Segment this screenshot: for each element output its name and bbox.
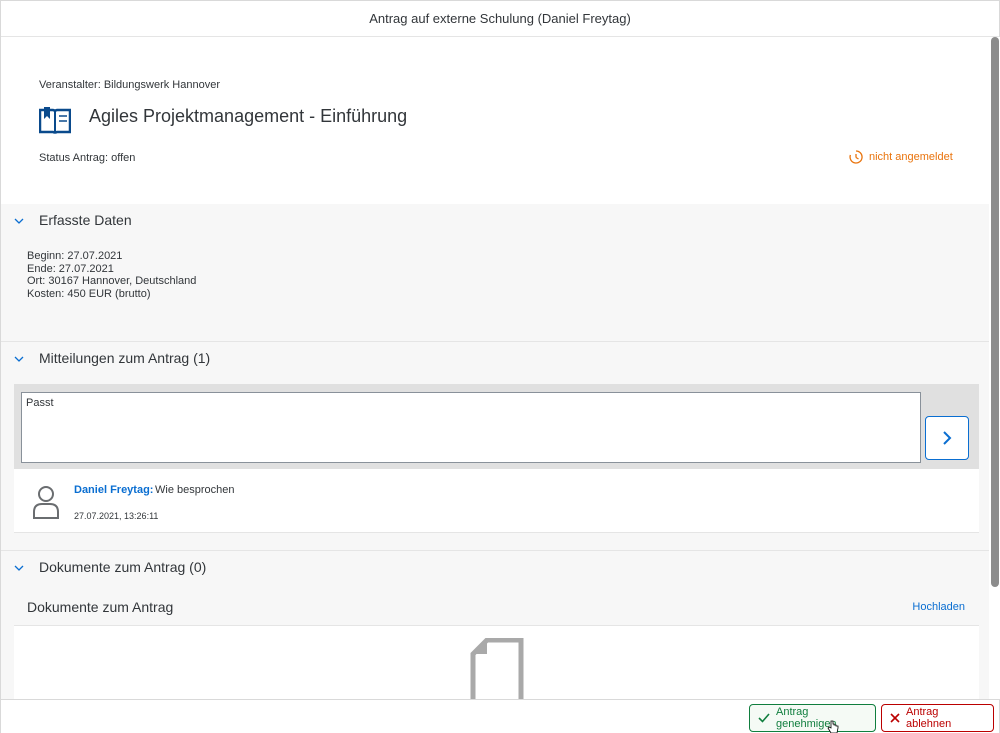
upload-collection: Dokumente zum Antrag Hochladen — [14, 589, 979, 699]
chevron-down-icon[interactable] — [13, 354, 25, 364]
section-messages: Mitteilungen zum Antrag (1) Passt Daniel… — [1, 342, 989, 551]
person-avatar-icon — [33, 486, 59, 519]
chevron-right-icon — [943, 431, 952, 445]
send-button[interactable] — [925, 416, 969, 460]
section-title: Mitteilungen zum Antrag (1) — [39, 350, 211, 366]
document-icon — [470, 638, 524, 699]
chevron-down-icon[interactable] — [13, 216, 25, 226]
reject-button-label: Antrag ablehnen — [906, 706, 952, 730]
close-icon — [890, 713, 900, 723]
object-header: Veranstalter: Bildungswerk Hannover Agil… — [1, 37, 989, 204]
book-icon — [39, 107, 71, 134]
feed-author-link[interactable]: Daniel Freytag: — [74, 484, 153, 496]
registration-status-label: nicht angemeldet — [869, 151, 953, 163]
feed-text: Wie besprochen — [155, 484, 235, 496]
pending-clock-icon — [849, 150, 863, 164]
feed-input: Passt — [14, 384, 979, 469]
registration-status: nicht angemeldet — [849, 150, 953, 164]
facts-list: Beginn: 27.07.2021 Ende: 27.07.2021 Ort:… — [27, 250, 196, 301]
approve-button[interactable]: Antrag genehmigen — [749, 704, 876, 732]
upload-collection-title: Dokumente zum Antrag — [27, 599, 174, 615]
dialog-content: Veranstalter: Bildungswerk Hannover Agil… — [1, 37, 989, 699]
course-title: Agiles Projektmanagement - Einführung — [89, 106, 408, 126]
section-title: Dokumente zum Antrag (0) — [39, 559, 207, 575]
vertical-scrollbar[interactable] — [989, 37, 1000, 699]
message-textarea[interactable]: Passt — [21, 392, 921, 463]
approve-button-label: Antrag genehmigen — [776, 706, 837, 730]
reject-button[interactable]: Antrag ablehnen — [881, 704, 994, 732]
upload-empty-area — [14, 626, 979, 699]
dialog-footer: Antrag genehmigen Antrag ablehnen — [1, 699, 999, 733]
dialog-title: Antrag auf externe Schulung (Daniel Frey… — [1, 1, 999, 37]
upload-toolbar: Dokumente zum Antrag Hochladen — [14, 589, 979, 626]
fact-begin: Beginn: 27.07.2021 — [27, 250, 123, 262]
section-title: Erfasste Daten — [39, 212, 132, 228]
section-recorded-data: Erfasste Daten Beginn: 27.07.2021 Ende: … — [1, 204, 989, 342]
request-status: Status Antrag: offen — [39, 152, 136, 164]
checkmark-icon — [758, 713, 770, 723]
feed-timestamp: 27.07.2021, 13:26:11 — [74, 511, 159, 521]
section-header-messages[interactable]: Mitteilungen zum Antrag (1) — [1, 342, 989, 376]
fact-location: Ort: 30167 Hannover, Deutschland — [27, 275, 197, 288]
section-header-documents[interactable]: Dokumente zum Antrag (0) — [1, 551, 989, 585]
feed-list-item: Daniel Freytag: Wie besprochen 27.07.202… — [14, 469, 979, 533]
hand-cursor-icon — [827, 720, 839, 733]
organizer-text: Veranstalter: Bildungswerk Hannover — [39, 79, 220, 91]
section-header-recorded-data[interactable]: Erfasste Daten — [1, 204, 989, 238]
fact-end: Ende: 27.07.2021 — [27, 262, 114, 275]
upload-button[interactable]: Hochladen — [912, 601, 965, 613]
scrollbar-thumb[interactable] — [991, 37, 999, 587]
section-documents: Dokumente zum Antrag (0) Dokumente zum A… — [1, 551, 989, 699]
dialog: Antrag auf externe Schulung (Daniel Frey… — [0, 0, 1000, 733]
chevron-down-icon[interactable] — [13, 563, 25, 573]
fact-cost: Kosten: 450 EUR (brutto) — [27, 288, 151, 301]
